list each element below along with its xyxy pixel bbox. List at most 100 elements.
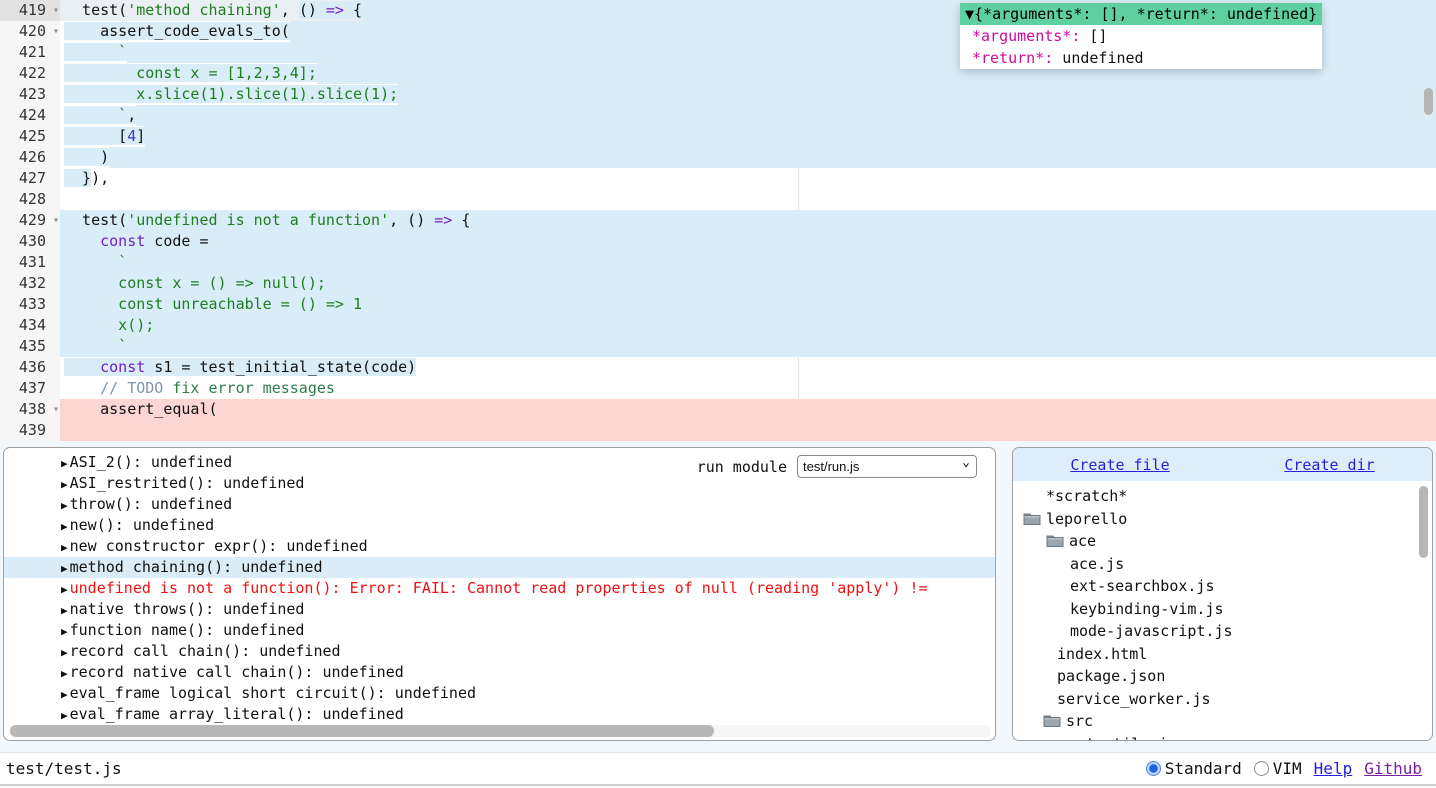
keybinding-standard-option[interactable]: Standard — [1146, 759, 1242, 778]
code-line[interactable]: const x = () => null(); — [0, 273, 1436, 294]
expand-icon[interactable]: ▶ — [61, 583, 68, 596]
expand-icon[interactable]: ▶ — [61, 688, 68, 701]
expand-icon[interactable]: ▶ — [61, 478, 68, 491]
inspector-row[interactable]: *return*: undefined — [960, 47, 1322, 69]
test-result-item[interactable]: ▶throw(): undefined — [4, 494, 995, 515]
code-line[interactable]: x.slice(1).slice(1).slice(1); — [0, 84, 1436, 105]
line-number[interactable]: 432 — [0, 273, 60, 294]
code-line[interactable]: ` — [0, 336, 1436, 357]
line-number[interactable]: 420▾ — [0, 21, 60, 42]
line-number[interactable]: 431 — [0, 252, 60, 273]
tree-file[interactable]: index.html — [1013, 643, 1432, 666]
expand-icon[interactable]: ▶ — [61, 667, 68, 680]
expand-icon[interactable]: ▶ — [61, 499, 68, 512]
line-number[interactable]: 437 — [0, 378, 60, 399]
line-number[interactable]: 435 — [0, 336, 60, 357]
expand-icon[interactable]: ▶ — [61, 447, 68, 449]
line-number[interactable]: 439 — [0, 420, 60, 441]
test-result-item[interactable]: ▶function name(): undefined — [4, 620, 995, 641]
tree-folder[interactable]: src — [1013, 710, 1432, 733]
code-line[interactable]: x(); — [0, 315, 1436, 336]
tree-file[interactable]: *scratch* — [1013, 485, 1432, 508]
tree-file[interactable]: service_worker.js — [1013, 688, 1432, 711]
expand-icon[interactable]: ▶ — [61, 604, 68, 617]
line-number[interactable]: 434 — [0, 315, 60, 336]
line-number[interactable]: 430 — [0, 231, 60, 252]
line-number[interactable]: 427 — [0, 168, 60, 189]
test-result-item[interactable]: ▶eval_frame logical short circuit(): und… — [4, 683, 995, 704]
line-number[interactable]: 438▾ — [0, 399, 60, 420]
fold-toggle-icon[interactable]: ▾ — [53, 21, 59, 42]
line-number[interactable]: 428 — [0, 189, 60, 210]
fold-toggle-icon[interactable]: ▾ — [53, 0, 59, 21]
value-inspector-popup[interactable]: ▼{*arguments*: [], *return*: undefined} … — [960, 3, 1322, 69]
create-file-link[interactable]: Create file — [1070, 456, 1169, 474]
vim-radio[interactable] — [1254, 761, 1269, 776]
inspector-summary[interactable]: ▼{*arguments*: [], *return*: undefined} — [960, 3, 1322, 25]
code-line[interactable]: const code = — [0, 231, 1436, 252]
keybinding-vim-option[interactable]: VIM — [1254, 759, 1302, 778]
help-link[interactable]: Help — [1314, 759, 1353, 778]
code-line[interactable]: }), — [0, 168, 1436, 189]
expand-icon[interactable]: ▶ — [61, 520, 68, 533]
test-result-item[interactable]: ▶method chaining(): undefined — [4, 557, 995, 578]
code-line[interactable]: `, — [0, 105, 1436, 126]
code-line[interactable]: assert_equal( — [0, 399, 1436, 420]
editor-gutter[interactable]: 419▾420▾421422423424425426427428429▾4304… — [0, 0, 60, 441]
expand-icon[interactable]: ▶ — [61, 625, 68, 638]
code-token: ` — [64, 337, 127, 355]
github-link[interactable]: Github — [1364, 759, 1422, 778]
expand-icon[interactable]: ▶ — [61, 541, 68, 554]
create-dir-link[interactable]: Create dir — [1284, 456, 1374, 474]
line-number[interactable]: 423 — [0, 84, 60, 105]
test-result-item[interactable]: ▶new(): undefined — [4, 515, 995, 536]
standard-radio[interactable] — [1146, 761, 1161, 776]
file-tree-scrollbar[interactable] — [1419, 486, 1428, 558]
results-horizontal-scrollbar-track[interactable] — [8, 725, 991, 737]
tree-file[interactable]: ast_utils.js — [1013, 733, 1432, 741]
code-line[interactable]: const s1 = test_initial_state(code) — [0, 357, 1436, 378]
line-number[interactable]: 436 — [0, 357, 60, 378]
expand-icon[interactable]: ▶ — [61, 562, 68, 575]
test-result-item[interactable]: ▶eval_frame array_literal(): undefined — [4, 704, 995, 725]
test-result-item[interactable]: ▶native throws(): undefined — [4, 599, 995, 620]
tree-folder[interactable]: ace — [1013, 530, 1432, 553]
code-line[interactable]: ` — [0, 252, 1436, 273]
test-result-item[interactable]: ▶record call chain(): undefined — [4, 641, 995, 662]
tree-file[interactable]: ext-searchbox.js — [1013, 575, 1432, 598]
code-line[interactable]: const unreachable = () => 1 — [0, 294, 1436, 315]
test-result-item[interactable]: ▶new constructor expr(): undefined — [4, 536, 995, 557]
fold-toggle-icon[interactable]: ▾ — [53, 399, 59, 420]
line-number[interactable]: 424 — [0, 105, 60, 126]
module-select[interactable]: test/run.js — [797, 455, 977, 478]
inspector-row[interactable]: *arguments*: [] — [960, 25, 1322, 47]
line-number[interactable]: 422 — [0, 63, 60, 84]
line-number[interactable]: 429▾ — [0, 210, 60, 231]
line-number[interactable]: 419▾ — [0, 0, 60, 21]
line-number[interactable]: 425 — [0, 126, 60, 147]
expand-icon[interactable]: ▶ — [61, 646, 68, 659]
expand-icon[interactable]: ▶ — [61, 709, 68, 722]
code-line[interactable]: [4] — [0, 126, 1436, 147]
results-horizontal-scrollbar-thumb[interactable] — [10, 725, 714, 737]
expand-icon[interactable]: ▶ — [61, 457, 68, 470]
code-line[interactable] — [0, 189, 1436, 210]
line-number[interactable]: 421 — [0, 42, 60, 63]
tree-folder[interactable]: leporello — [1013, 508, 1432, 531]
test-result-item[interactable]: ▶record native call chain(): undefined — [4, 662, 995, 683]
editor-vertical-scrollbar[interactable] — [1424, 88, 1433, 115]
test-result-item[interactable]: ▶undefined is not a function(): Error: F… — [4, 578, 995, 599]
code-line[interactable]: test('undefined is not a function', () =… — [0, 210, 1436, 231]
tree-file[interactable]: ace.js — [1013, 553, 1432, 576]
code-editor[interactable]: test('method chaining', () => { assert_c… — [0, 0, 1436, 441]
fold-toggle-icon[interactable]: ▾ — [53, 210, 59, 231]
code-line[interactable] — [0, 420, 1436, 441]
code-line[interactable]: // TODO fix error messages — [0, 378, 1436, 399]
tree-file[interactable]: package.json — [1013, 665, 1432, 688]
line-number[interactable]: 433 — [0, 294, 60, 315]
tree-file[interactable]: keybinding-vim.js — [1013, 598, 1432, 621]
code-line[interactable]: ) — [0, 147, 1436, 168]
line-number[interactable]: 426 — [0, 147, 60, 168]
test-result-text: record call chain(): undefined — [70, 642, 341, 660]
tree-file[interactable]: mode-javascript.js — [1013, 620, 1432, 643]
